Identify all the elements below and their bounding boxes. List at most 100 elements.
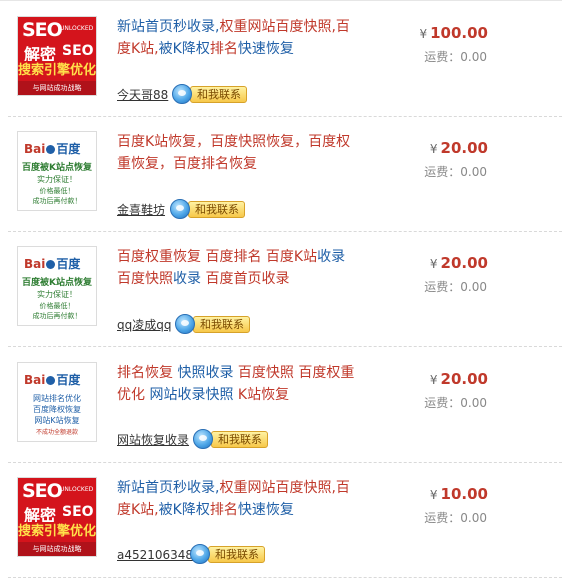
contact-label: 和我联系 — [188, 200, 245, 218]
title-segment: 网站收录快照 — [149, 387, 238, 403]
listing-item: Bai 百度百度被K站点恢复 实力保证！ 价格最低！ 成功后再付款！ 百度K站恢复，百度快… — [0, 117, 562, 232]
top-divider — [0, 0, 562, 1]
price: ¥20.00 — [430, 370, 488, 388]
qq-icon — [172, 84, 192, 104]
title-segment: 百度快照 — [237, 365, 299, 381]
listing-item: Bai 百度 网站排名优化 百度降权恢复 网站K站恢复 不成功全额退款 排名恢复 快照收录 … — [0, 348, 562, 463]
logo-text-b: 百度 — [56, 373, 81, 387]
thumb-foot: 与网站成功战略 — [18, 542, 96, 556]
title-segment: 百度快照恢复， — [210, 134, 309, 150]
shipping-fee: 运费：0.00 — [424, 50, 487, 64]
listing-item: SEO UNLOCKED 解密 SEO 搜索引擎优化 与网站成功战略 新站首页秒收录,权重网… — [0, 2, 562, 117]
contact-me-button[interactable]: 和我联系 — [175, 314, 250, 334]
title-segment: 快速恢复 — [237, 41, 294, 57]
title-segment: 收录 — [173, 271, 206, 287]
price: ¥20.00 — [430, 139, 488, 157]
logo-text-b: 百度 — [56, 142, 81, 156]
listing-item: SEO UNLOCKED 解密 SEO 搜索引擎优化 与网站成功战略 新站首页秒收录,权重网… — [0, 463, 562, 578]
qq-icon — [170, 199, 190, 219]
title-segment: 快照收录 — [177, 365, 238, 381]
title-segment: 新站首页秒收录, — [117, 19, 220, 35]
thumb-band: 搜索引擎优化 — [18, 522, 96, 542]
listing-title-link[interactable]: 百度权重恢复 百度排名 百度K站收录 百度快照收录 百度首页收录 — [117, 246, 362, 290]
logo-text-b: 百度 — [56, 257, 81, 271]
title-segment: 被K降权 — [158, 41, 210, 57]
seller-link[interactable]: 今天哥88 — [117, 88, 168, 102]
listing-title-link[interactable]: 新站首页秒收录,权重网站百度快照,百度K站,被K降权排名快速恢复 — [117, 16, 362, 60]
paw-icon — [46, 376, 56, 385]
baidu-logo: Bai 百度 — [24, 140, 80, 157]
listing-thumbnail[interactable]: SEO UNLOCKED 解密 SEO 搜索引擎优化 与网站成功战略 — [17, 477, 97, 557]
title-segment: 收录 — [317, 249, 346, 265]
listing-thumbnail[interactable]: SEO UNLOCKED 解密 SEO 搜索引擎优化 与网站成功战略 — [17, 16, 97, 96]
seller-link[interactable]: 网站恢复收录 — [117, 433, 189, 447]
currency-symbol: ¥ — [419, 27, 428, 41]
listing-title-link[interactable]: 新站首页秒收录,权重网站百度快照,百度K站,被K降权排名快速恢复 — [117, 477, 362, 521]
title-segment: 排名恢复 — [117, 365, 178, 381]
thumb-line1: 网站排名优化 — [33, 394, 81, 403]
price: ¥20.00 — [430, 254, 488, 272]
listing-title-link[interactable]: 百度K站恢复，百度快照恢复，百度权重恢复，百度排名恢复 — [117, 131, 362, 175]
baidu-logo: Bai 百度 — [24, 255, 80, 272]
thumb-line1b: SEO — [62, 43, 94, 59]
price-value: 100.00 — [430, 24, 488, 42]
title-segment: 快速恢复 — [237, 502, 294, 518]
title-segment: 权重网站百度快照, — [219, 480, 336, 496]
contact-me-button[interactable]: 和我联系 — [172, 84, 247, 104]
title-segment: 新站首页秒收录, — [117, 480, 220, 496]
title-segment: 百度快照 — [117, 271, 173, 287]
contact-me-button[interactable]: 和我联系 — [190, 544, 265, 564]
shipping-fee: 运费：0.00 — [424, 280, 487, 294]
shipping-fee: 运费：0.00 — [424, 165, 487, 179]
seller-link[interactable]: 金喜鞋坊 — [117, 203, 165, 217]
thumb-line3: 价格最低！ — [39, 302, 75, 310]
title-segment: 权重网站百度快照, — [219, 19, 336, 35]
seller-link[interactable]: qq凌成qq — [117, 318, 171, 332]
title-segment: 被K降权 — [158, 502, 210, 518]
row-divider — [8, 346, 562, 347]
title-segment: 百度排名恢复 — [173, 156, 257, 172]
contact-label: 和我联系 — [208, 545, 265, 563]
contact-label: 和我联系 — [211, 430, 268, 448]
qq-icon — [193, 429, 213, 449]
thumb-line4: 不成功全额退款 — [35, 429, 78, 436]
listing-thumbnail[interactable]: Bai 百度百度被K站点恢复 实力保证！ 价格最低！ 成功后再付款！ — [17, 131, 97, 211]
contact-me-button[interactable]: 和我联系 — [170, 199, 245, 219]
price-value: 20.00 — [440, 139, 488, 157]
currency-symbol: ¥ — [429, 257, 438, 271]
thumb-line4: 成功后再付款！ — [32, 312, 82, 320]
thumb-line1: 百度被K站点恢复 — [22, 163, 92, 173]
logo-text-a: Bai — [24, 142, 46, 156]
currency-symbol: ¥ — [429, 373, 438, 387]
listing-thumbnail[interactable]: Bai 百度网站排名优化 百度降权恢复 网站K站恢复 不成功全额退款 — [17, 362, 97, 442]
price-value: 10.00 — [440, 485, 488, 503]
title-segment: 百度权重恢复 — [117, 249, 206, 265]
title-segment: 百度K站 — [265, 249, 318, 265]
shipping-fee: 运费：0.00 — [424, 511, 487, 525]
price: ¥100.00 — [419, 24, 488, 42]
seller-link[interactable]: a452106348 — [117, 548, 193, 562]
listing-thumbnail[interactable]: Bai 百度 百度被K站点恢复 实力保证！ 价格最低！ 成功后再付款！ — [17, 246, 97, 326]
title-segment: 百度排名 — [205, 249, 266, 265]
qq-icon — [175, 314, 195, 334]
thumb-unlocked: UNLOCKED — [60, 486, 94, 493]
thumb-line4: 成功后再付款！ — [32, 197, 82, 205]
thumb-line2: 实力保证！ — [37, 175, 77, 184]
thumb-line1b: SEO — [62, 504, 94, 520]
thumb-line1: 百度被K站点恢复 — [22, 278, 92, 288]
title-segment: K站恢复 — [237, 387, 290, 403]
thumb-unlocked: UNLOCKED — [60, 25, 94, 32]
qq-icon — [190, 544, 210, 564]
listing-title-link[interactable]: 排名恢复 快照收录 百度快照 百度权重优化 网站收录快照 K站恢复 — [117, 362, 362, 406]
thumb-line3: 价格最低！ — [39, 187, 75, 195]
title-segment: 百度首页收录 — [205, 271, 290, 287]
thumb-seo-word: SEO — [22, 19, 63, 41]
contact-label: 和我联系 — [193, 315, 250, 333]
baidu-logo: Bai 百度 — [24, 371, 80, 388]
listing-item: Bai 百度 百度被K站点恢复 实力保证！ 价格最低！ 成功后再付款！ 百度权重恢复 百度排… — [0, 232, 562, 347]
paw-icon — [46, 145, 56, 154]
contact-me-button[interactable]: 和我联系 — [193, 429, 268, 449]
thumb-line3: 网站K站恢复 — [34, 416, 80, 425]
thumb-foot: 与网站成功战略 — [18, 81, 96, 95]
thumb-line2: 百度降权恢复 — [33, 405, 81, 414]
